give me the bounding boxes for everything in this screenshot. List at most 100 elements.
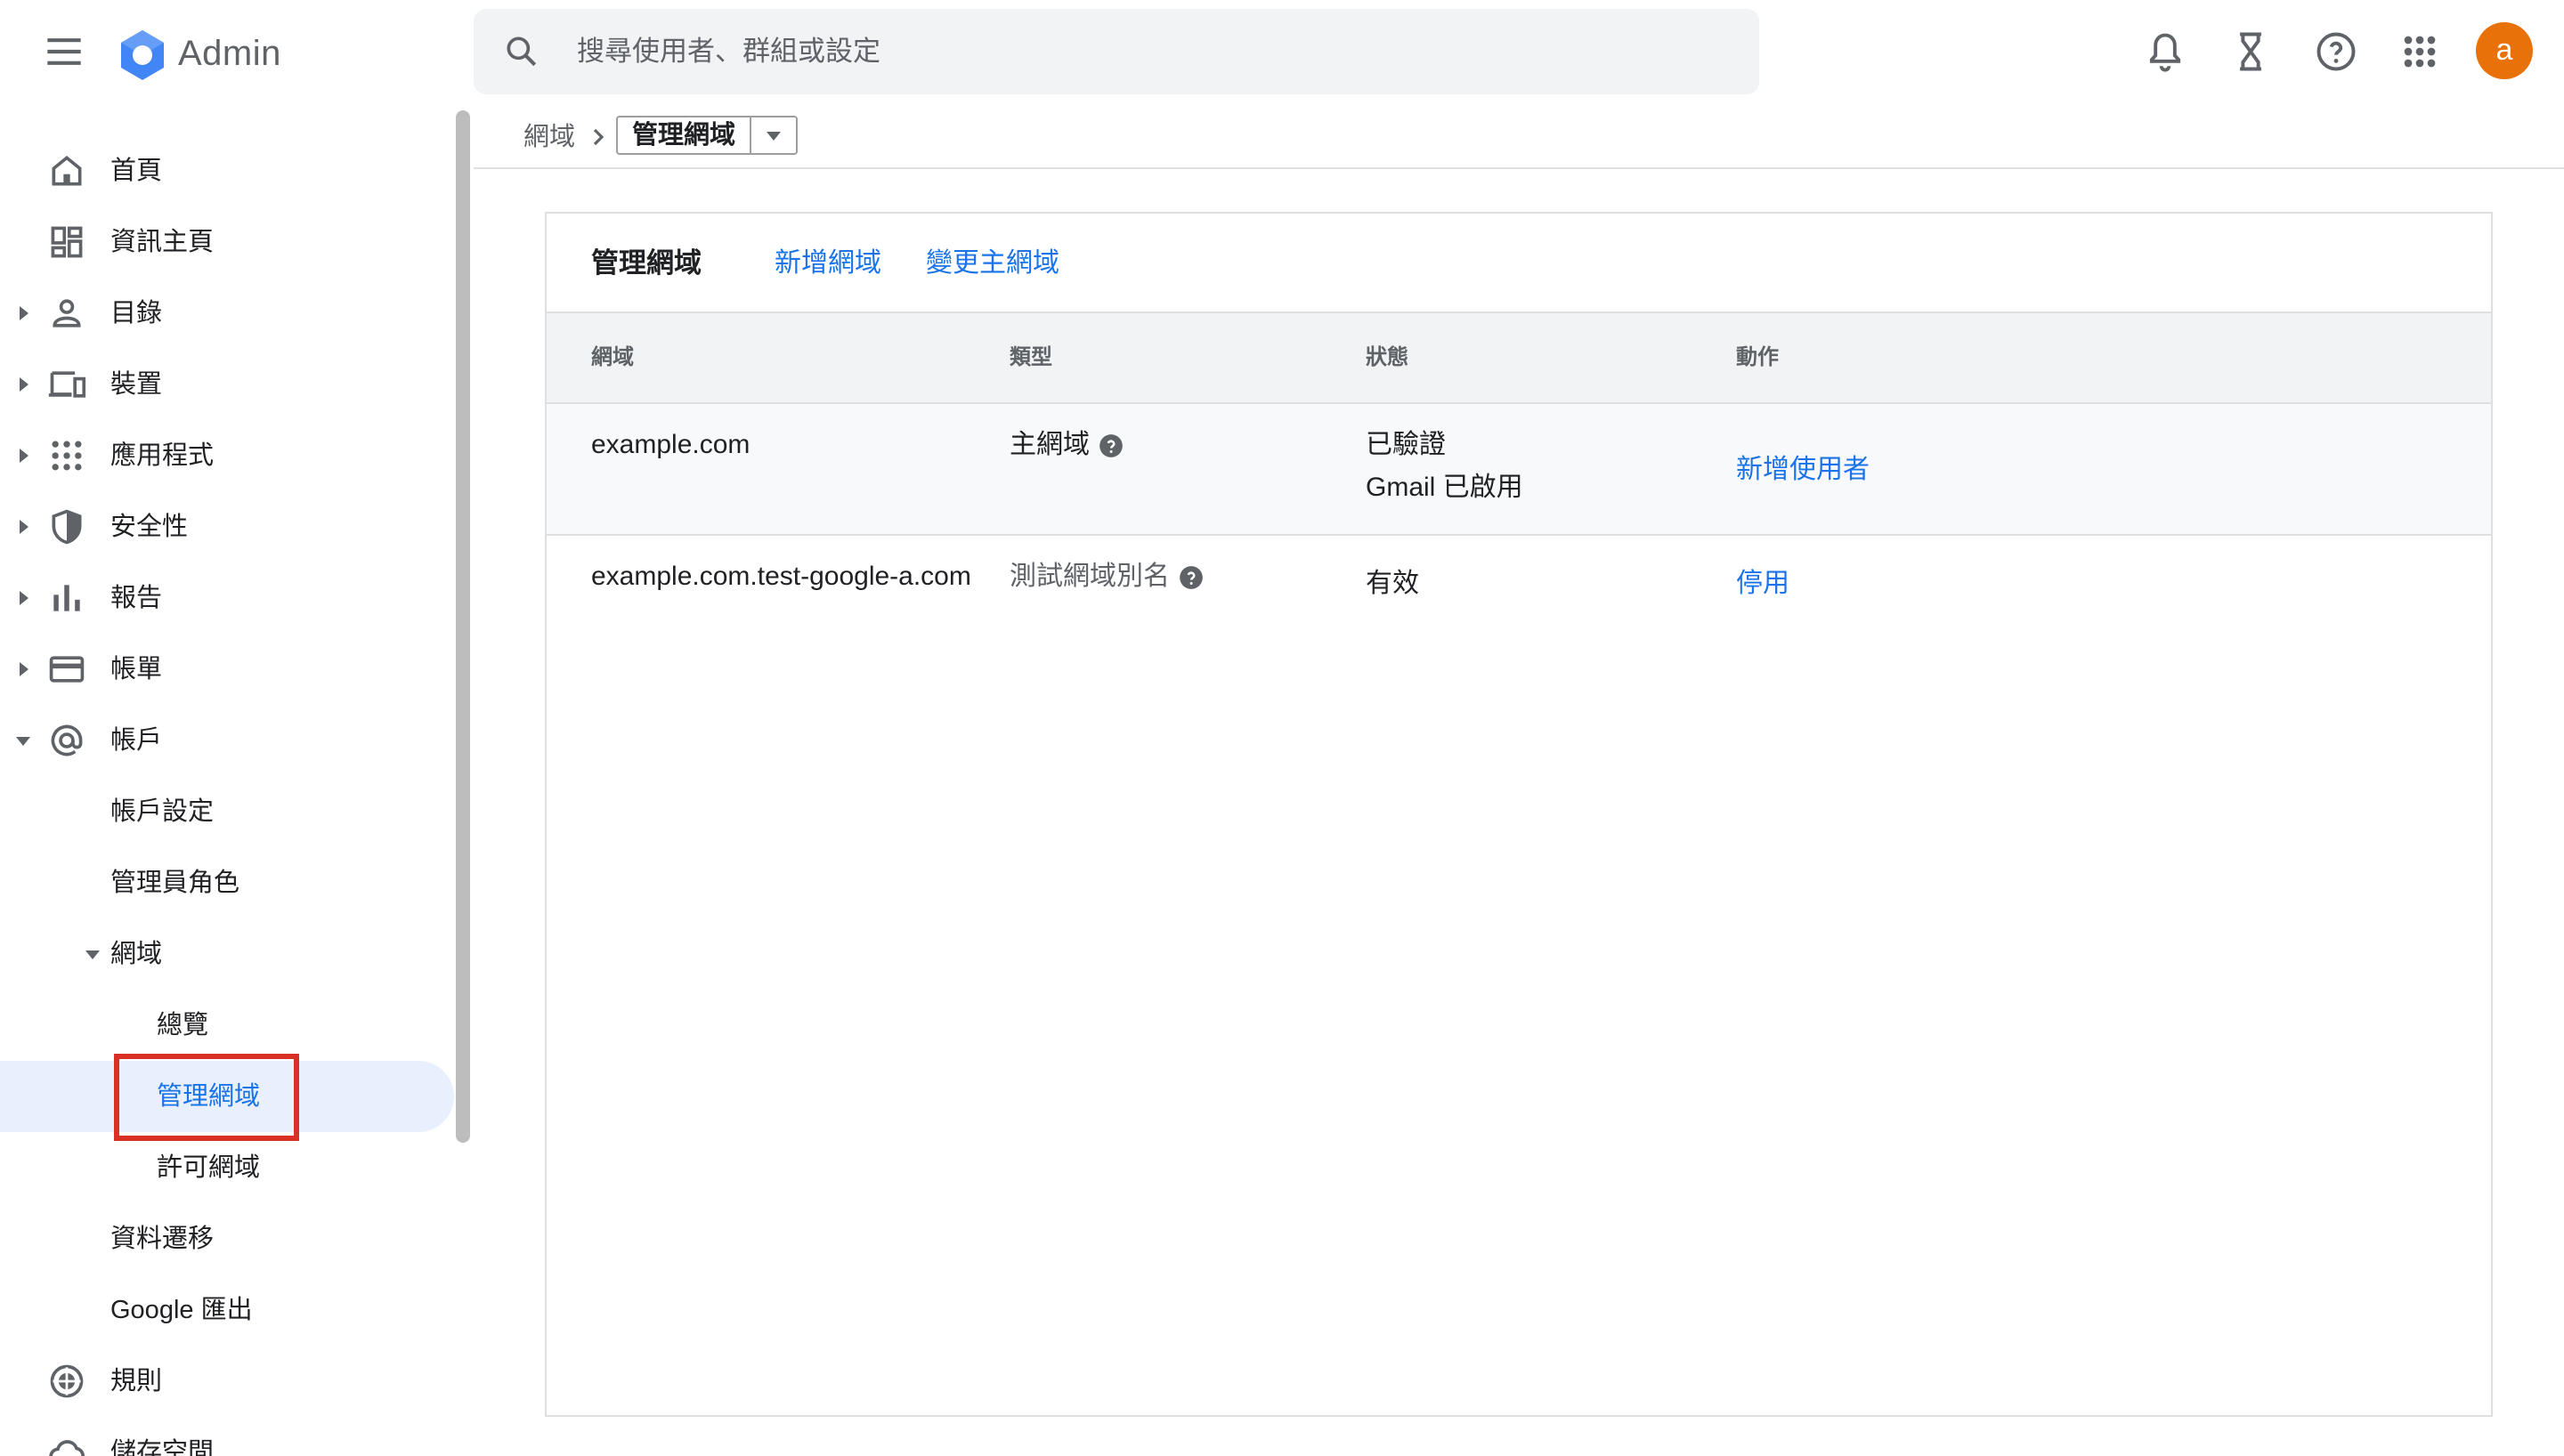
change-primary-domain-link[interactable]: 變更主網域	[926, 214, 1059, 313]
search-icon[interactable]	[502, 32, 541, 71]
sidebar-item-label: 目錄	[110, 299, 163, 328]
hourglass-icon[interactable]	[2227, 28, 2274, 75]
disable-link[interactable]: 停用	[1736, 566, 1789, 602]
apps-grid-icon[interactable]	[2397, 28, 2443, 75]
add-domain-link[interactable]: 新增網域	[775, 214, 881, 313]
bell-icon[interactable]	[2142, 28, 2188, 75]
sidebar-item-overview[interactable]: 總覽	[0, 990, 445, 1061]
sidebar-item-account[interactable]: 帳戶	[0, 705, 445, 776]
sidebar-item-label: 帳單	[110, 655, 163, 684]
caret-right-icon[interactable]	[14, 376, 32, 393]
cloud-icon	[47, 1433, 86, 1456]
caret-right-icon[interactable]	[14, 589, 32, 607]
caret-down-icon[interactable]	[84, 945, 101, 963]
column-header-status: 狀態	[1366, 345, 1408, 369]
dashboard-icon	[47, 222, 86, 262]
admin-logo-icon[interactable]	[114, 27, 171, 84]
sidebar-item-directory[interactable]: 目錄	[0, 278, 445, 349]
sidebar-item-billing[interactable]: 帳單	[0, 634, 445, 705]
type-label: 測試網域別名	[1010, 562, 1170, 591]
search-input[interactable]: 搜尋使用者、群組或設定	[577, 9, 880, 94]
status-cell: 已驗證 Gmail 已啟用	[1366, 427, 1523, 506]
sidebar-item-label: 帳戶設定	[110, 797, 215, 826]
sidebar-item-rules[interactable]: 規則	[0, 1346, 445, 1417]
caret-down-icon[interactable]	[14, 732, 32, 749]
search-bar[interactable]: 搜尋使用者、群組或設定	[474, 9, 1759, 94]
card-header: 管理網域 新增網域 變更主網域	[547, 214, 2491, 313]
sidebar-item-apps[interactable]: 應用程式	[0, 420, 445, 491]
sidebar-item-security[interactable]: 安全性	[0, 491, 445, 562]
card-title: 管理網域	[591, 247, 702, 279]
column-header-type: 類型	[1010, 345, 1052, 369]
sidebar-item-label: 網域	[110, 940, 163, 968]
caret-right-icon[interactable]	[14, 660, 32, 678]
status-cell: 有效	[1366, 569, 1419, 598]
breadcrumb-current-dropdown[interactable]: 管理網域	[616, 116, 799, 155]
sidebar-item-domains[interactable]: 網域	[0, 918, 445, 990]
column-header-domain: 網域	[591, 345, 634, 369]
sidebar-scrollbar[interactable]	[456, 110, 470, 1143]
sidebar-item-label: 規則	[110, 1367, 163, 1395]
bar-chart-icon	[47, 578, 86, 618]
sidebar-item-label: Google 匯出	[110, 1296, 253, 1324]
account-avatar[interactable]: a	[2476, 22, 2533, 79]
sidebar-item-home[interactable]: 首頁	[0, 135, 445, 206]
add-users-link[interactable]: 新增使用者	[1736, 452, 1870, 488]
table-row: example.com.test-google-a.com 測試網域別名 有效 …	[547, 536, 2491, 651]
status-verified: 已驗證	[1366, 430, 1446, 459]
chevron-right-icon	[588, 123, 609, 151]
sidebar-item-label: 安全性	[110, 513, 189, 541]
manage-domains-card: 管理網域 新增網域 變更主網域 網域 類型 狀態 動作 example.com …	[545, 212, 2493, 1417]
sidebar-item-dashboard[interactable]: 資訊主頁	[0, 206, 445, 278]
breadcrumb-root-link[interactable]: 網域	[523, 119, 575, 155]
domain-cell: example.com.test-google-a.com	[591, 562, 971, 591]
sidebar-nav: 首頁 資訊主頁 目錄 裝置 應用程式 安全性 報告 帳單 帳戶 帳戶設定 管理員…	[0, 103, 454, 1456]
credit-card-icon	[47, 650, 86, 689]
caret-right-icon[interactable]	[14, 518, 32, 536]
help-circle-icon[interactable]	[1099, 433, 1124, 458]
rules-icon	[47, 1362, 86, 1401]
shield-icon	[47, 507, 86, 546]
sidebar-item-label: 儲存空間	[110, 1438, 215, 1456]
type-cell: 主網域	[1010, 427, 1124, 463]
sidebar-item-label: 資料遷移	[110, 1225, 215, 1253]
sidebar-item-account-settings[interactable]: 帳戶設定	[0, 776, 445, 847]
sidebar-item-admin-roles[interactable]: 管理員角色	[0, 847, 445, 918]
chevron-down-icon[interactable]	[750, 117, 796, 153]
app-title[interactable]: Admin	[178, 28, 281, 78]
apps-icon	[47, 436, 86, 475]
sidebar-item-reports[interactable]: 報告	[0, 562, 445, 634]
table-header: 網域 類型 狀態 動作	[547, 313, 2491, 404]
sidebar-item-label: 許可網域	[157, 1153, 261, 1182]
top-app-bar: Admin 搜尋使用者、群組或設定 a	[0, 0, 2564, 103]
breadcrumb: 網域 管理網域	[474, 103, 2564, 169]
sidebar-item-devices[interactable]: 裝置	[0, 349, 445, 420]
help-icon[interactable]	[2313, 28, 2359, 75]
sidebar-item-google-export[interactable]: Google 匯出	[0, 1274, 445, 1346]
sidebar-item-label: 帳戶	[110, 726, 163, 755]
caret-right-icon[interactable]	[14, 447, 32, 465]
main-menu-icon[interactable]	[39, 27, 89, 77]
home-icon	[47, 151, 86, 190]
sidebar-item-label: 資訊主頁	[110, 228, 215, 256]
sidebar-item-storage[interactable]: 儲存空間	[0, 1417, 445, 1456]
person-icon	[47, 294, 86, 333]
sidebar-item-label: 首頁	[110, 157, 163, 185]
sidebar-item-data-migration[interactable]: 資料遷移	[0, 1203, 445, 1274]
sidebar-item-label: 報告	[110, 584, 163, 612]
selection-highlight	[114, 1054, 299, 1141]
caret-right-icon[interactable]	[14, 304, 32, 322]
sidebar-item-label: 應用程式	[110, 441, 215, 470]
breadcrumb-current-label: 管理網域	[632, 121, 736, 150]
type-label: 主網域	[1010, 430, 1090, 459]
status-gmail: Gmail 已啟用	[1366, 473, 1523, 502]
at-sign-icon	[47, 721, 86, 760]
domain-cell: example.com	[591, 430, 751, 459]
column-header-action: 動作	[1736, 345, 1779, 369]
help-circle-icon[interactable]	[1179, 565, 1204, 590]
type-cell: 測試網域別名	[1010, 559, 1204, 595]
devices-icon	[47, 365, 86, 404]
sidebar-item-allowlisted-domains[interactable]: 許可網域	[0, 1132, 445, 1203]
sidebar-item-label: 管理員角色	[110, 869, 240, 897]
sidebar-item-label: 總覽	[157, 1011, 209, 1039]
